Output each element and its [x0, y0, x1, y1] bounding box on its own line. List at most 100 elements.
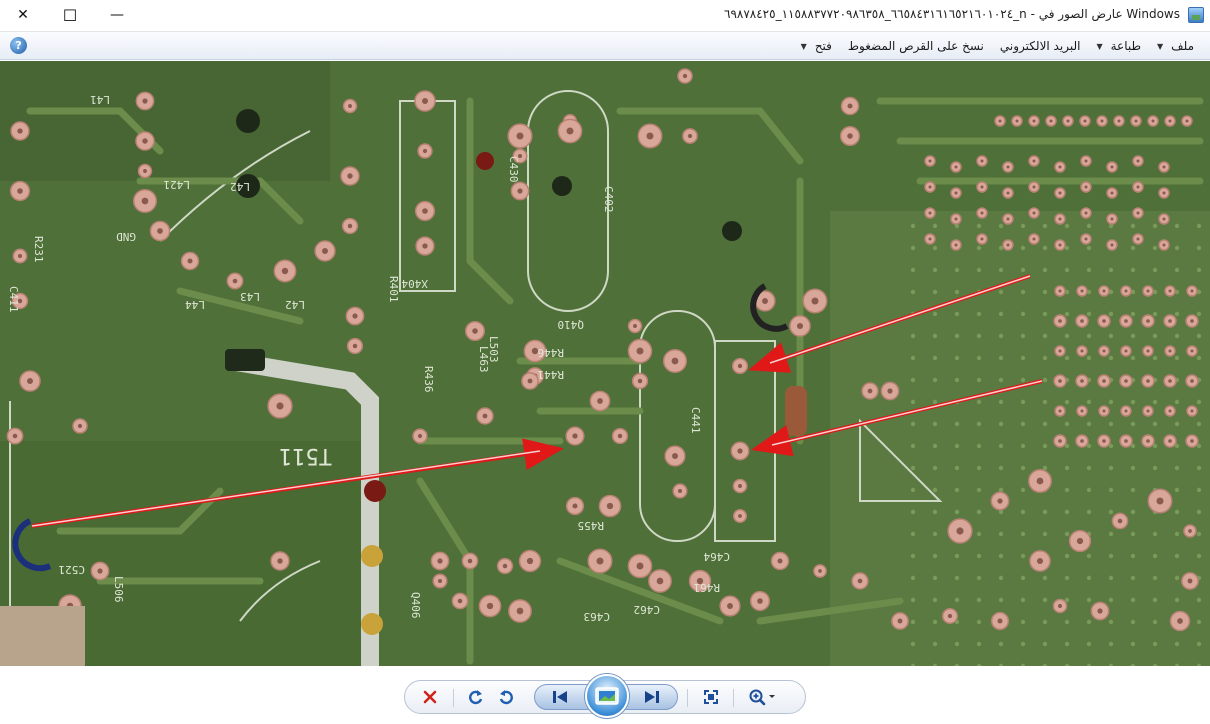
pad-hole — [472, 328, 478, 334]
pad-hole — [1162, 243, 1166, 247]
pad-hole — [352, 313, 358, 319]
pad-hole — [1049, 119, 1053, 123]
separator — [687, 689, 688, 707]
pad-hole — [421, 97, 429, 105]
minimize-button[interactable]: — — [94, 0, 140, 30]
pad-hole — [1117, 119, 1121, 123]
pad-hole — [980, 211, 984, 215]
rotate-clockwise-button[interactable] — [463, 681, 489, 713]
pad-hole — [1185, 119, 1189, 123]
pad-hole — [1168, 409, 1172, 413]
component-body — [0, 606, 85, 666]
maximize-icon: ☐ — [62, 5, 78, 25]
label-c402: C402 — [602, 186, 615, 213]
pad-hole — [516, 607, 524, 615]
label-r455: R455 — [578, 519, 605, 532]
zoom-icon — [749, 689, 775, 706]
pad-hole — [527, 378, 533, 384]
pad-hole — [1124, 409, 1128, 413]
rotate-clockwise-icon — [469, 690, 483, 705]
pad-hole — [998, 119, 1002, 123]
menu-print[interactable]: طباعة ▼ — [1088, 33, 1149, 59]
pad-hole — [276, 402, 284, 410]
pad-hole — [12, 433, 18, 439]
menu-open[interactable]: فتح ▼ — [793, 33, 840, 59]
pad-hole — [417, 433, 423, 439]
pad-hole — [1080, 409, 1084, 413]
pad-hole — [1058, 243, 1062, 247]
close-button[interactable]: ✕ — [0, 0, 46, 30]
pad-hole — [1162, 217, 1166, 221]
mounting-hole — [722, 221, 742, 241]
pad-hole — [97, 568, 103, 574]
pad-hole — [1110, 243, 1114, 247]
label-r401: R401 — [387, 276, 400, 303]
pad-hole — [1036, 477, 1044, 485]
playback-controls — [404, 674, 806, 718]
pad-hole — [1058, 191, 1062, 195]
slideshow-button[interactable] — [585, 674, 629, 718]
pad-hole — [727, 603, 733, 609]
menu-file[interactable]: ملف ▼ — [1149, 33, 1202, 59]
pad-hole — [457, 598, 463, 604]
rotate-counterclockwise-icon — [499, 690, 513, 705]
pad-hole — [348, 104, 352, 108]
label-l43: L43 — [240, 290, 260, 303]
pad-hole — [1032, 211, 1036, 215]
pad-hole — [997, 618, 1003, 624]
next-button[interactable] — [637, 681, 667, 713]
zoom-button[interactable] — [743, 681, 783, 713]
pad-hole — [1080, 289, 1084, 293]
rotate-counterclockwise-button[interactable] — [493, 681, 519, 713]
menu-email[interactable]: البريد الالكتروني — [992, 33, 1089, 59]
pad-hole — [1032, 159, 1036, 163]
menu-email-label: البريد الالكتروني — [999, 39, 1081, 53]
mounting-hole — [476, 152, 494, 170]
label-c464: C464 — [703, 550, 730, 563]
pad-hole — [777, 558, 783, 564]
pad-hole — [1083, 119, 1087, 123]
pad-hole — [482, 413, 488, 419]
pad-hole — [637, 378, 643, 384]
pad-hole — [1124, 439, 1128, 443]
separator — [453, 689, 454, 707]
pad-hole — [597, 398, 603, 404]
pad-hole — [1177, 618, 1183, 624]
maximize-button[interactable]: ☐ — [47, 0, 93, 30]
bottom-toolbar — [0, 666, 1210, 724]
chevron-down-icon: ▼ — [1096, 41, 1103, 51]
previous-button[interactable] — [545, 681, 575, 713]
pad-hole — [531, 347, 539, 355]
previous-icon — [553, 691, 567, 703]
pad-hole — [1146, 289, 1150, 293]
pad-hole — [1190, 379, 1194, 383]
pad-hole — [1015, 119, 1019, 123]
pad-hole — [956, 527, 964, 535]
pad-hole — [1006, 243, 1010, 247]
pad-hole — [1136, 211, 1140, 215]
pad-hole — [677, 488, 683, 494]
pad-hole — [1146, 349, 1150, 353]
close-icon: ✕ — [17, 7, 29, 23]
pad-hole — [502, 563, 508, 569]
pad-hole — [1006, 165, 1010, 169]
label-c463: C463 — [584, 610, 611, 623]
pad-hole — [1151, 119, 1155, 123]
pad-hole — [1032, 119, 1036, 123]
pad-hole — [17, 188, 23, 194]
pad-hole — [980, 185, 984, 189]
pad-hole — [947, 613, 953, 619]
pad-hole — [671, 357, 679, 365]
pad-hole — [928, 211, 932, 215]
delete-button[interactable] — [417, 681, 443, 713]
pad-hole — [1084, 185, 1088, 189]
pad-hole — [1168, 119, 1172, 123]
help-button[interactable]: ? — [10, 37, 27, 54]
pad-hole — [606, 502, 614, 510]
chevron-down-icon: ▼ — [1157, 41, 1164, 51]
label-l463: L463 — [477, 346, 490, 373]
actual-size-button[interactable] — [697, 681, 725, 713]
label-r441: R441 — [538, 368, 565, 381]
menu-file-label: ملف — [1171, 39, 1194, 53]
menu-burn[interactable]: نسخ على القرص المضغوط — [840, 33, 992, 59]
